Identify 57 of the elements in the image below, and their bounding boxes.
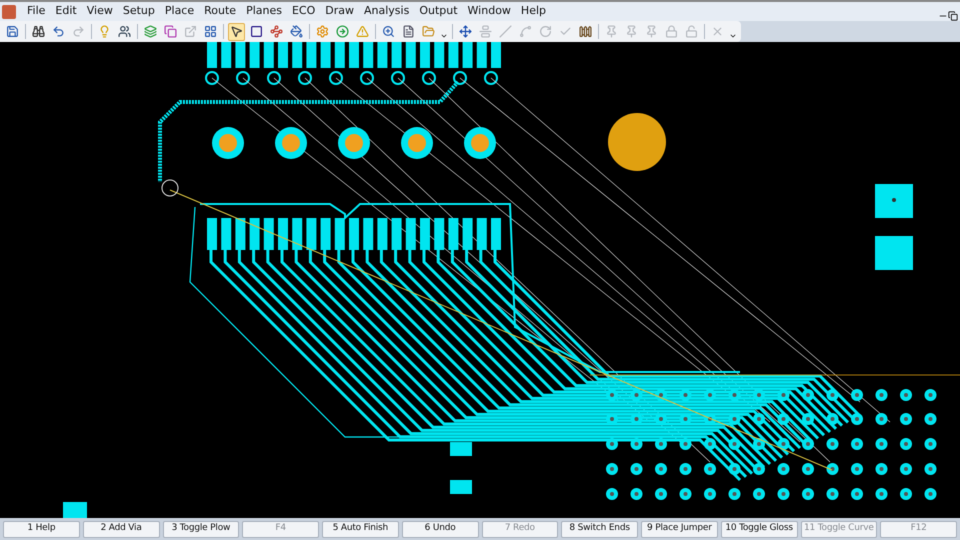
function-key-button[interactable]: 2 Add Via — [82, 520, 160, 538]
function-key-button[interactable]: 9 Place Jumper — [641, 520, 718, 538]
move-icon — [459, 25, 472, 38]
overflow-icon[interactable] — [440, 32, 448, 40]
unlock-icon — [685, 25, 698, 38]
overflow-icon[interactable] — [729, 32, 737, 40]
menu-item[interactable]: View — [82, 3, 118, 20]
pointer-icon — [230, 25, 243, 38]
function-key-button[interactable]: 5 Auto Finish — [322, 520, 399, 538]
lightbulb-icon — [98, 25, 111, 38]
binoculars-icon — [32, 25, 45, 38]
menu-item[interactable]: Window — [462, 3, 516, 20]
settings-icon — [316, 25, 329, 38]
pin-icon — [625, 25, 638, 38]
menu-item[interactable]: Analysis — [359, 3, 414, 20]
lock-icon — [665, 25, 678, 38]
function-key-button[interactable]: 6 Undo — [402, 520, 478, 538]
delete-icon — [711, 25, 724, 38]
toolbar-button[interactable] — [457, 22, 474, 40]
pin-icon — [645, 25, 658, 38]
check-icon — [559, 25, 572, 38]
toolbar-button[interactable] — [228, 22, 245, 40]
people-icon — [118, 25, 131, 38]
function-key-button[interactable]: 8 Switch Ends — [561, 520, 638, 538]
menu-item[interactable]: Output — [414, 3, 463, 20]
folder-icon — [422, 25, 435, 38]
toolbar-button[interactable] — [288, 22, 305, 40]
copy-icon — [164, 25, 177, 38]
restore-icon[interactable] — [948, 10, 958, 20]
menu-item[interactable]: Help — [516, 3, 551, 20]
grid-icon — [204, 25, 217, 38]
rotate-icon — [539, 25, 552, 38]
function-key-button[interactable]: 1 Help — [3, 520, 80, 538]
menu-item[interactable]: ECO — [286, 3, 320, 20]
zoom-icon — [382, 25, 395, 38]
menu-item[interactable]: Draw — [320, 3, 359, 20]
menu-item[interactable]: File — [22, 3, 50, 20]
warning-icon — [356, 25, 369, 38]
fence-icon — [579, 25, 592, 38]
paint-icon — [290, 25, 303, 38]
menu-item[interactable]: Planes — [241, 3, 287, 20]
app-icon[interactable] — [2, 4, 16, 18]
page-icon — [402, 25, 415, 38]
layers-icon — [144, 25, 157, 38]
export-icon — [184, 25, 197, 38]
redo-icon — [72, 25, 85, 38]
function-key-button[interactable]: 3 Toggle Plow — [162, 520, 240, 538]
function-key-button[interactable]: 10 Toggle Gloss — [720, 520, 798, 538]
menu-item[interactable]: Place — [160, 3, 200, 20]
toolbar-button[interactable] — [268, 22, 285, 40]
menu-item[interactable]: Route — [199, 3, 242, 20]
pin-icon — [605, 25, 618, 38]
align-icon — [479, 25, 492, 38]
save-icon — [6, 25, 19, 38]
menu-item[interactable]: Edit — [50, 3, 82, 20]
undo-icon — [52, 25, 65, 38]
menu-item[interactable]: Setup — [118, 3, 160, 20]
